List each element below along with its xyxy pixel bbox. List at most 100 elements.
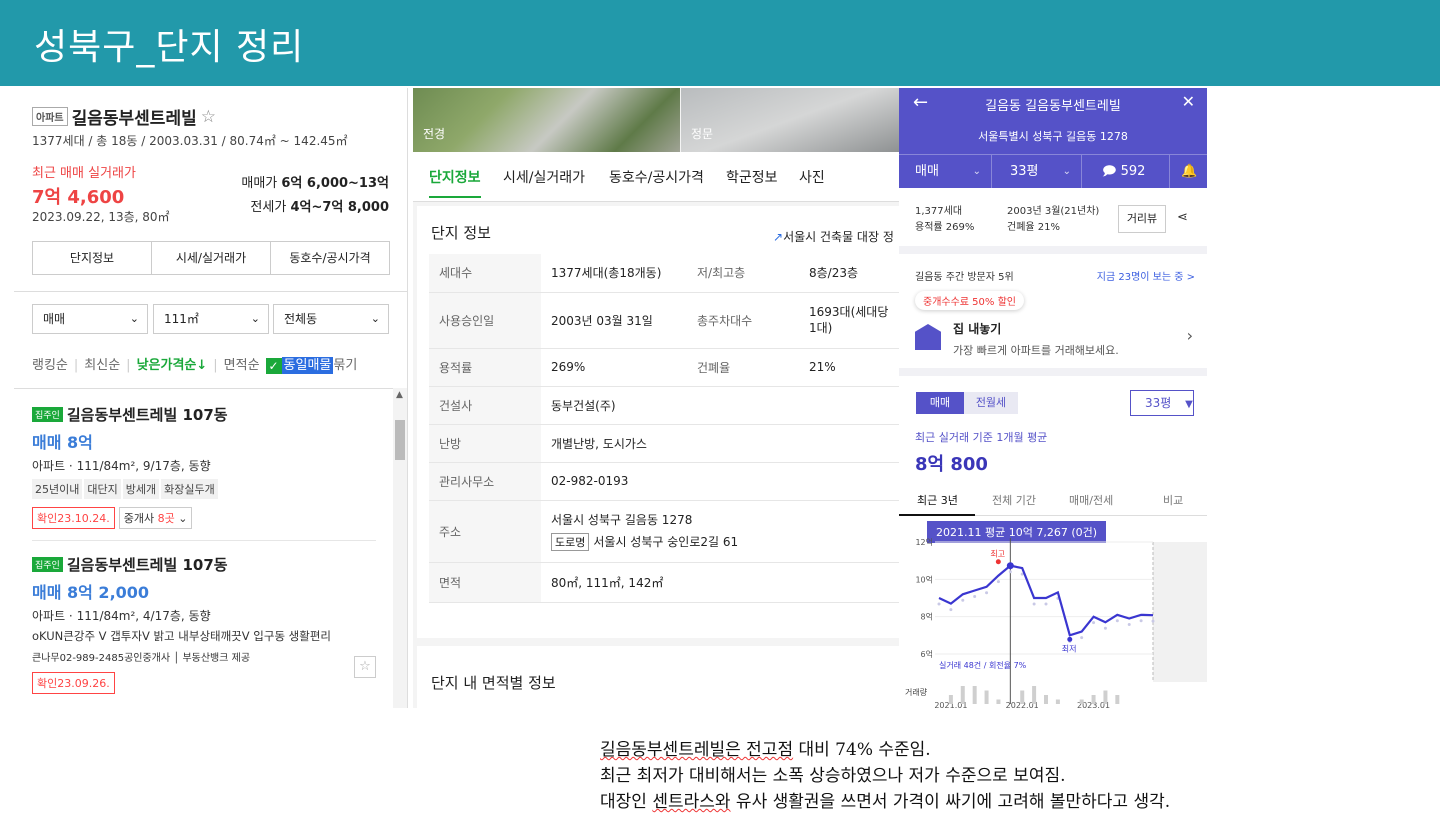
building-value: 전체동	[284, 312, 318, 326]
note-line-1: 길음동부센트레빌은 전고점 대비 74% 수준임.	[600, 737, 1170, 763]
chevron-down-icon: ⌄	[972, 166, 981, 177]
checkbox-checked-icon[interactable]: ✓	[265, 357, 282, 374]
close-icon[interactable]: ✕	[1182, 92, 1195, 111]
building-register-link[interactable]: ↗서울시 건축물 대장 정	[773, 228, 894, 245]
list-house-title[interactable]: 집 내놓기	[953, 320, 1001, 337]
trade-point	[1044, 602, 1048, 606]
tab-unit-price[interactable]: 동호수/공시가격	[271, 242, 389, 274]
viewers-now-link[interactable]: 지금 23명이 보는 중 >	[1097, 268, 1195, 283]
same-listing-label: 동일매물	[281, 357, 334, 374]
favorite-star-icon[interactable]: ☆	[201, 107, 216, 127]
households: 1,377세대	[915, 206, 963, 217]
road-name-badge: 도로명	[551, 533, 590, 551]
row-value: 동부건설(주)	[541, 386, 899, 425]
trade-point	[1092, 621, 1096, 625]
row-key: 건폐율	[687, 348, 799, 387]
feature-chips: 25년이내 대단지 방세개 화장실두개	[32, 478, 376, 499]
street-view-button[interactable]: 거리뷰	[1118, 205, 1166, 233]
feature-chip: 방세개	[122, 479, 160, 499]
trade-point	[1103, 626, 1107, 630]
agent-count: 8곳	[157, 512, 175, 525]
scroll-thumb[interactable]	[395, 420, 405, 460]
trade-point	[996, 580, 1000, 584]
size-value: 33평	[1010, 164, 1039, 179]
tab-school[interactable]: 학군정보	[726, 167, 778, 187]
row-value: 269%	[541, 348, 687, 387]
y-tick-label: 8억	[921, 612, 933, 622]
road-address: 서울시 성북구 숭인로2길 61	[593, 535, 739, 549]
tab-complex-info[interactable]: 단지정보	[33, 242, 152, 274]
share-icon[interactable]: ⋖	[1177, 210, 1188, 225]
area-select[interactable]: 111㎡ ⌄	[153, 304, 269, 334]
avg-label: 최근 실거래 기준 1개월 평균	[915, 431, 1048, 444]
note-line-3: 대장인 센트라스와 유사 생활권을 쓰면서 가격이 싸기에 고려해 볼만하다고 …	[600, 789, 1170, 815]
building-select[interactable]: 전체동 ⌄	[273, 304, 389, 334]
tab-price[interactable]: 시세/실거래가	[152, 242, 271, 274]
price-line	[938, 564, 1154, 637]
tab-unit-price[interactable]: 동호수/공시가격	[609, 167, 704, 187]
recent-price: 7억 4,600	[32, 187, 125, 208]
price-chart[interactable]: 12억10억8억6억 2021.01 2022.01 2023.01 최고 최저 실…	[899, 538, 1207, 708]
tab-compare[interactable]: 비교	[1163, 492, 1183, 508]
row-value: 1693대(세대당 1대)	[799, 292, 899, 349]
comments-button[interactable]: 🗩 592	[1082, 154, 1170, 188]
tab-complex-info[interactable]: 단지정보	[429, 167, 481, 198]
note-text: 유사 생활권을 쓰면서 가격이 싸기에 고려해 볼만하다고 생각.	[730, 792, 1171, 812]
pyeong-value: 33평	[1145, 396, 1172, 410]
chevron-right-icon[interactable]: ›	[1187, 326, 1193, 345]
row-value: 80㎡, 111㎡, 142㎡	[541, 562, 899, 603]
lot-address: 서울시 성북구 길음동 1278	[551, 513, 693, 527]
tab-rent[interactable]: 전월세	[964, 392, 1018, 414]
notification-button[interactable]: 🔔	[1170, 154, 1207, 188]
photo-exterior[interactable]: 전경	[413, 88, 680, 152]
floor-area-ratio: 용적률 269%	[915, 222, 975, 233]
tab-sale-jeonse[interactable]: 매매/전세	[1069, 492, 1113, 508]
tab-all-period[interactable]: 전체 기간	[992, 492, 1036, 508]
note-line-2: 최근 최저가 대비해서는 소폭 상승하였으나 저가 수준으로 보여짐.	[600, 763, 1170, 789]
row-key: 사용승인일	[429, 292, 541, 349]
table-row: 관리사무소 02-982-0193	[429, 462, 899, 501]
volume-bar	[960, 686, 965, 704]
volume-bar	[1091, 695, 1096, 704]
trade-type-select[interactable]: 매매 ⌄	[32, 304, 148, 334]
trade-type-value: 매매	[43, 312, 66, 326]
tab-price[interactable]: 시세/실거래가	[503, 167, 585, 187]
note-text: 대장인	[600, 792, 653, 812]
scroll-up-icon[interactable]: ▲	[396, 390, 403, 400]
owner-tag: 집주인	[32, 407, 63, 422]
confirm-date-badge: 확인23.10.24.	[32, 507, 115, 529]
list-item[interactable]: 집주인 길음동부센트레빌 107동 매매 8억 2,000 아파트 · 111/8…	[32, 554, 376, 694]
recent-price-date: 2023.09.22, 13층, 80㎡	[32, 210, 170, 224]
sort-area[interactable]: 면적순	[224, 358, 260, 373]
address-cell: 서울시 성북구 길음동 1278 도로명 서울시 성북구 숭인로2길 61	[541, 500, 899, 563]
feature-chip: 25년이내	[32, 479, 83, 499]
photo-entrance[interactable]: 정문	[681, 88, 900, 152]
volume-bar	[1103, 690, 1108, 704]
pyeong-select[interactable]: 33평 ▼	[1130, 390, 1194, 416]
row-key: 건설사	[429, 386, 541, 425]
favorite-star-icon[interactable]: ☆	[354, 656, 376, 678]
sort-low-price[interactable]: 낮은가격순↓	[137, 358, 208, 373]
slide-title: 성북구_단지 정리	[34, 27, 305, 68]
price-panel: ← 길음동 길음동부센트레빌 ✕ 서울특별시 성북구 길음동 1278 매매 ⌄ …	[899, 88, 1207, 708]
size-select[interactable]: 33평 ⌄	[992, 154, 1082, 188]
row-key: 관리사무소	[429, 462, 541, 501]
trade-point	[1115, 619, 1119, 623]
slide-banner: 성북구_단지 정리	[0, 0, 1440, 86]
note-text: 대비 74% 수준임.	[793, 740, 931, 760]
tab-recent-3y[interactable]: 최근 3년	[917, 492, 958, 508]
list-scrollbar[interactable]: ▲	[393, 388, 407, 708]
sort-ranking[interactable]: 랭킹순	[32, 358, 68, 373]
tab-photos[interactable]: 사진	[799, 167, 825, 187]
trade-type-select[interactable]: 매매 ⌄	[899, 154, 992, 188]
sort-latest[interactable]: 최신순	[84, 358, 120, 373]
avg-value: 8억 800	[915, 454, 988, 475]
agent-count-button[interactable]: 중개사 8곳 ⌄	[118, 507, 193, 529]
tab-sale[interactable]: 매매	[916, 392, 964, 414]
complex-info: 1377세대 / 총 18동 / 2003.03.31 / 80.74㎡ ~ 1…	[32, 134, 348, 148]
volume-bar	[996, 699, 1001, 704]
card-title: 단지 내 면적별 정보	[431, 674, 556, 692]
list-item[interactable]: 집주인 길음동부센트레빌 107동 매매 8억 아파트 · 111/84m², 9…	[32, 404, 376, 529]
row-value: 2003년 03월 31일	[541, 292, 687, 349]
low-label: 최저	[1062, 643, 1077, 653]
